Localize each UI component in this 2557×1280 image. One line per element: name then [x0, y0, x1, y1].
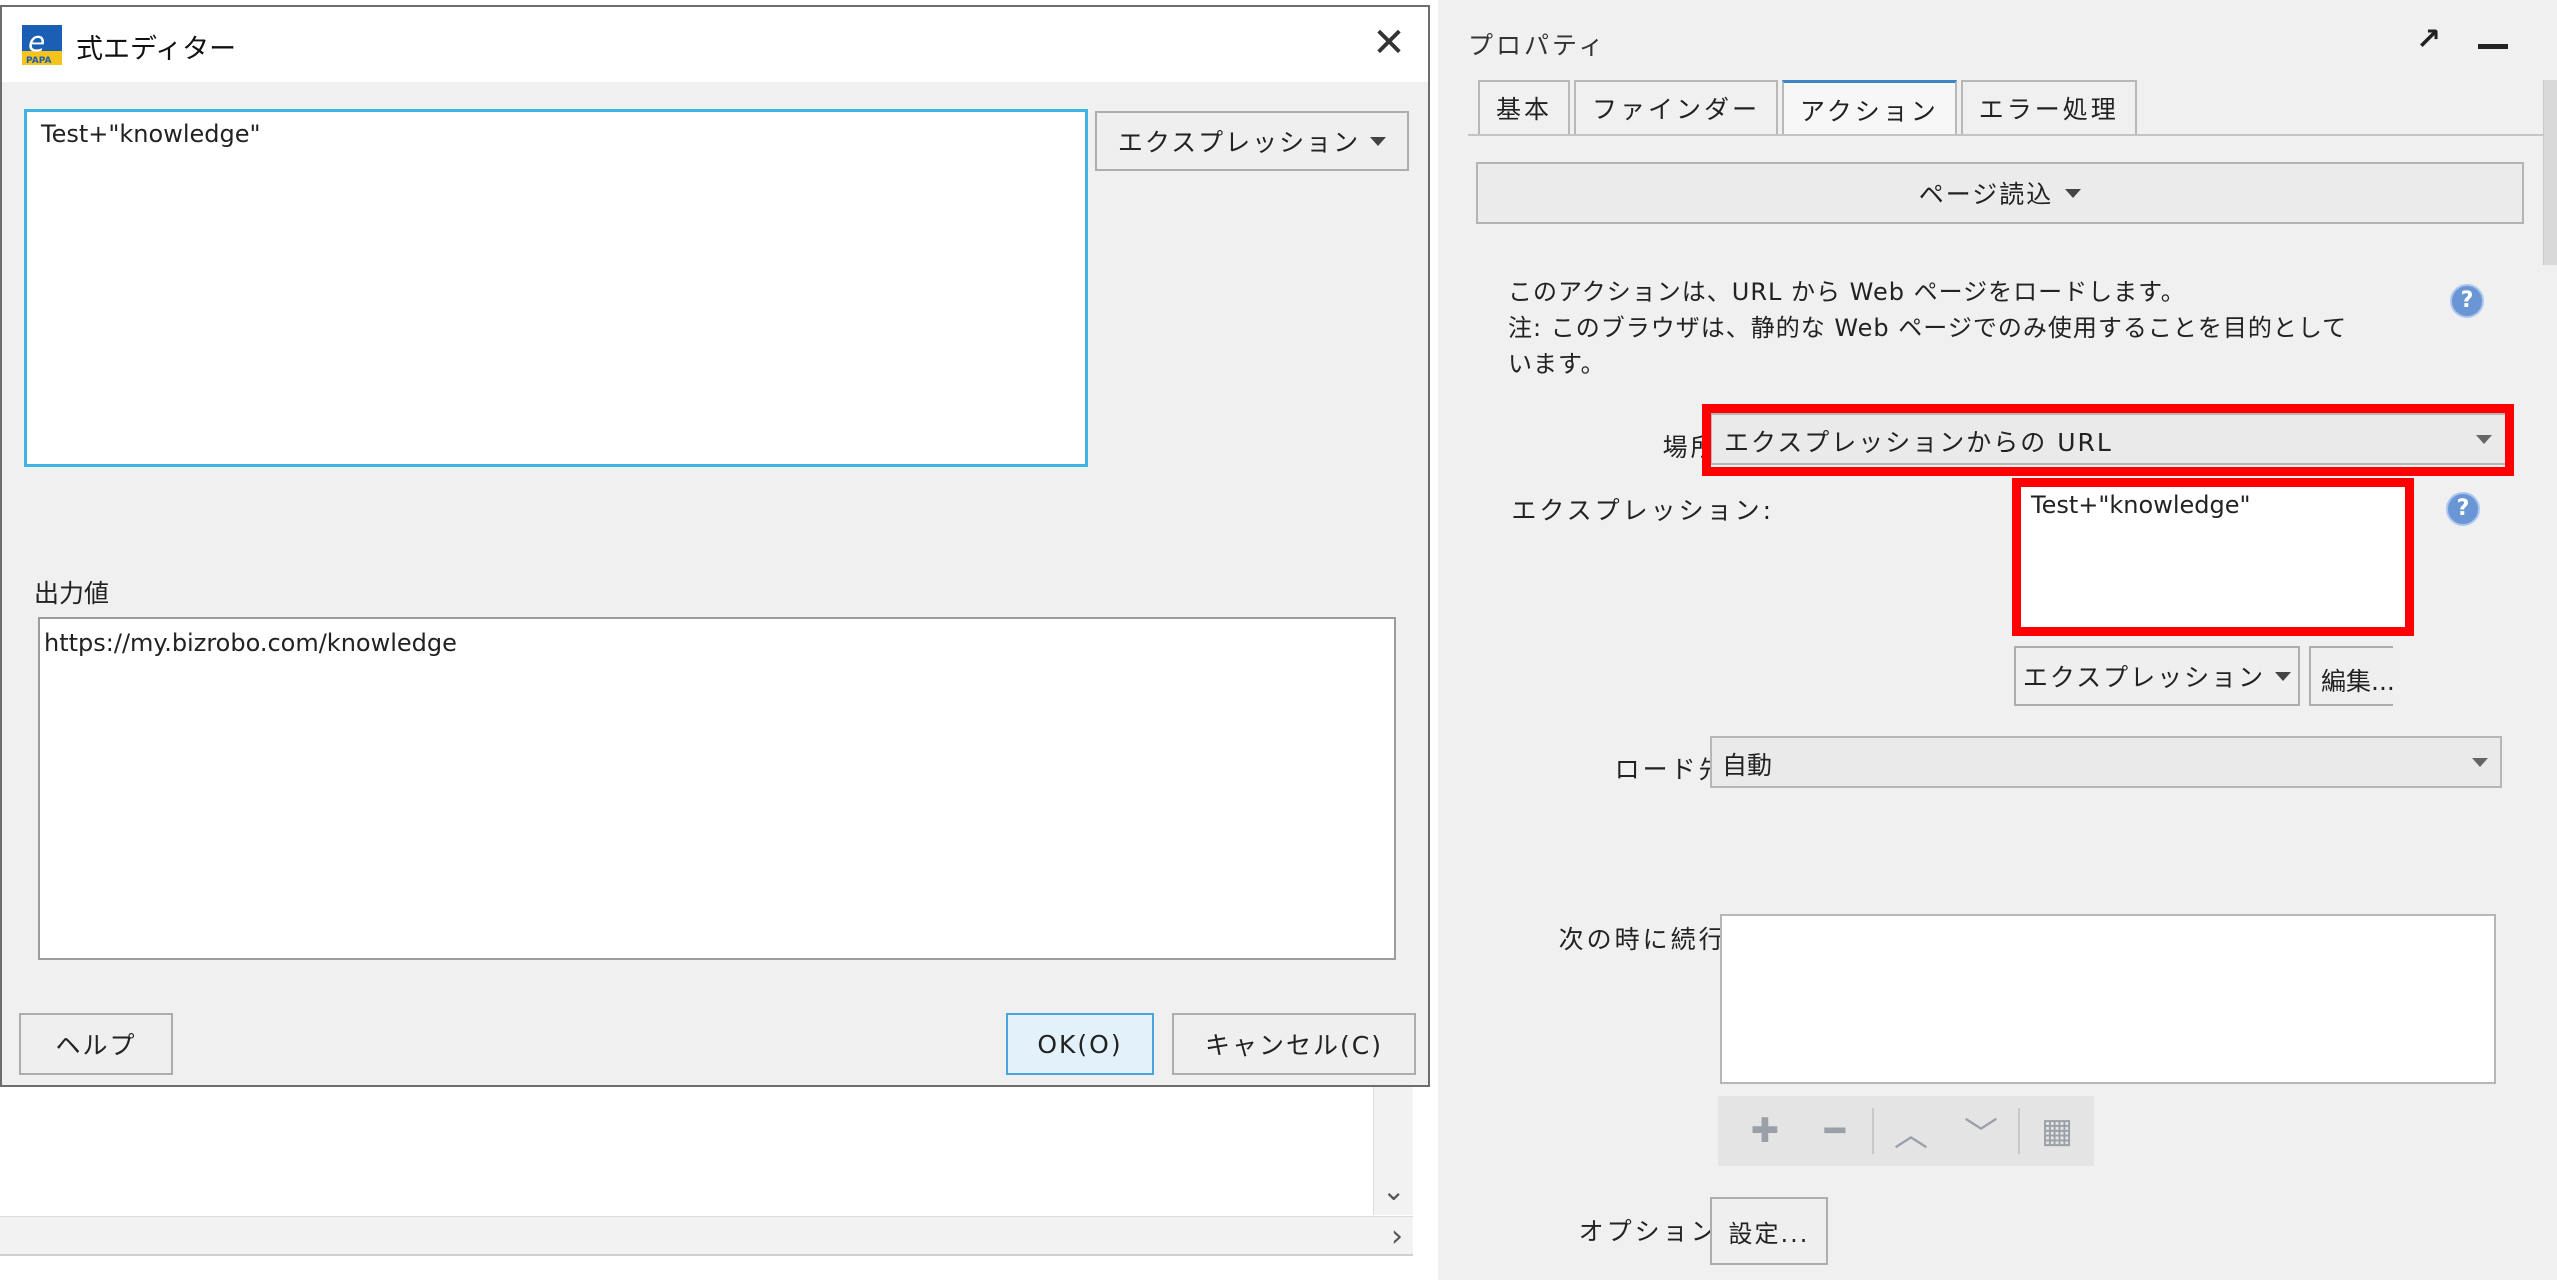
output-value-box[interactable]: https://my.bizrobo.com/knowledge: [38, 617, 1396, 960]
description-line: このアクションは、URL から Web ページをロードします。: [1508, 278, 2186, 306]
panel-scrollbar[interactable]: [2543, 80, 2557, 265]
output-label: 出力値: [34, 579, 110, 608]
expression-dropdown-button[interactable]: エクスプレッション: [1095, 111, 1409, 171]
tab-finder[interactable]: ファインダー: [1574, 80, 1779, 134]
cancel-button[interactable]: キャンセル(C): [1172, 1013, 1416, 1075]
location-select[interactable]: エクスプレッションからの URL: [1710, 413, 2508, 465]
undock-icon[interactable]: ↗: [2416, 22, 2441, 57]
panel-title: プロパティ: [1468, 31, 1607, 60]
move-up-icon[interactable]: ︿: [1876, 1101, 1946, 1161]
scroll-down-icon[interactable]: ⌄: [1382, 1174, 1405, 1207]
continue-when-label: 次の時に続行:: [1558, 925, 1738, 954]
expression-dropdown-label: エクスプレッション: [1117, 128, 1361, 157]
background-vertical-scrollbar[interactable]: ⌄: [1373, 1085, 1413, 1215]
svg-text:e: e: [28, 25, 45, 58]
action-type-label: ページ読込: [1918, 180, 2054, 209]
chevron-down-icon: [2472, 758, 2488, 767]
chevron-down-icon: [1370, 136, 1387, 146]
location-value: エクスプレッションからの URL: [1724, 428, 2113, 457]
chevron-down-icon: [2275, 671, 2292, 681]
properties-panel: プロパティ ↗ 基本 ファインダー アクション エラー処理 ページ読込 このアク…: [1430, 0, 2557, 1280]
expression-dropdown-button[interactable]: エクスプレッション: [2014, 646, 2300, 706]
options-label: オプション:: [1578, 1217, 1730, 1246]
description-line: います。: [1508, 350, 1606, 378]
settings-button[interactable]: 設定...: [1710, 1197, 1828, 1265]
description-line: 注: このブラウザは、静的な Web ページでのみ使用することを目的として: [1508, 314, 2348, 342]
toolbar-separator: [1872, 1108, 1874, 1154]
app-icon: e PAPA: [22, 25, 62, 65]
expression-dropdown-label: エクスプレッション: [2022, 663, 2266, 692]
help-button[interactable]: ヘルプ: [19, 1013, 173, 1075]
tab-error-handling[interactable]: エラー処理: [1960, 80, 2137, 134]
minimize-icon[interactable]: [2478, 44, 2508, 49]
help-icon[interactable]: ?: [2446, 492, 2480, 526]
expression-editor-input[interactable]: Test+"knowledge": [24, 109, 1088, 467]
help-icon[interactable]: ?: [2450, 284, 2484, 318]
edit-button[interactable]: 編集...: [2309, 646, 2393, 706]
toolbar-separator: [2018, 1108, 2020, 1154]
tab-bar: 基本 ファインダー アクション エラー処理: [1478, 80, 2137, 136]
continue-when-list[interactable]: [1720, 914, 2496, 1084]
dialog-titlebar[interactable]: e PAPA 式エディター ✕: [2, 7, 1428, 82]
expression-editor-dialog: e PAPA 式エディター ✕ Test+"knowledge" エクスプレッシ…: [0, 5, 1430, 1087]
edit-item-icon[interactable]: ▦: [2022, 1101, 2092, 1161]
tab-action[interactable]: アクション: [1782, 80, 1957, 136]
dialog-title: 式エディター: [76, 34, 237, 65]
move-down-icon[interactable]: ﹀: [1946, 1101, 2016, 1161]
action-description: このアクションは、URL から Web ページをロードします。 注: このブラウ…: [1508, 274, 2428, 382]
action-type-dropdown[interactable]: ページ読込: [1476, 162, 2524, 224]
ok-button[interactable]: OK(O): [1006, 1013, 1154, 1075]
list-toolbar: ✚ ━ ︿ ﹀ ▦: [1718, 1096, 2094, 1166]
load-to-select[interactable]: 自動: [1710, 736, 2502, 788]
background-horizontal-scrollbar[interactable]: ›: [0, 1216, 1413, 1256]
tab-divider: [1468, 134, 2557, 136]
svg-text:PAPA: PAPA: [26, 56, 52, 65]
add-icon[interactable]: ✚: [1730, 1101, 1800, 1161]
scroll-right-icon[interactable]: ›: [1391, 1219, 1403, 1254]
chevron-down-icon: [2476, 435, 2492, 444]
tab-basic[interactable]: 基本: [1478, 80, 1571, 134]
remove-icon[interactable]: ━: [1800, 1101, 1870, 1161]
close-button[interactable]: ✕: [1364, 19, 1414, 69]
expression-field[interactable]: Test+"knowledge": [2012, 478, 2414, 636]
load-to-label: ロード先:: [1614, 755, 1738, 784]
location-label: 場所:: [1662, 433, 1730, 462]
expression-label: エクスプレッション:: [1511, 496, 1774, 525]
chevron-down-icon: [2065, 188, 2082, 198]
load-to-value: 自動: [1722, 751, 1773, 780]
